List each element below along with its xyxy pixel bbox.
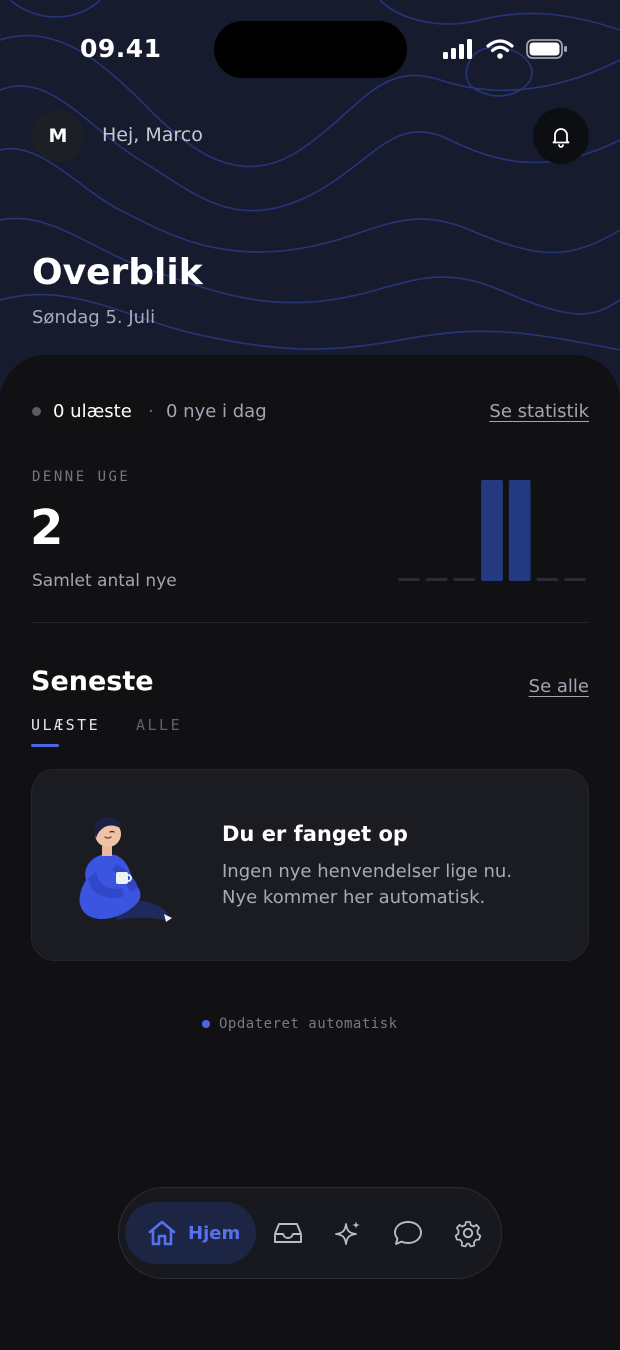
greeting: Hej, Marco <box>102 124 203 146</box>
chart-bar-3 <box>453 578 476 581</box>
inbox-icon <box>274 1223 302 1243</box>
see-all-link[interactable]: Se alle <box>529 676 589 697</box>
separator: · <box>148 401 154 422</box>
header: M Hej, Marco <box>32 108 589 164</box>
status-bar: 09.41 <box>0 0 620 100</box>
active-tab-indicator <box>31 744 59 747</box>
gear-icon <box>454 1221 482 1248</box>
bottom-tab-bar: Hjem <box>118 1187 502 1279</box>
week-label: DENNE UGE <box>32 469 131 485</box>
chat-icon <box>394 1221 422 1245</box>
auto-update-text: Opdateret automatisk <box>219 1016 398 1032</box>
auto-update-note: Opdateret automatisk <box>202 1014 398 1034</box>
tab-settings[interactable] <box>445 1210 491 1256</box>
page-date: Søndag 5. Juli <box>32 307 156 328</box>
battery-icon <box>526 39 567 59</box>
avatar[interactable]: M <box>32 110 84 162</box>
summary-row: 0 ulæste · 0 nye i dag Se statistik <box>32 398 589 426</box>
page-title: Overblik <box>32 252 203 293</box>
chart-bar-7 <box>564 578 586 581</box>
empty-state-line-2: Nye kommer her automatisk. <box>222 887 486 908</box>
week-bar-chart <box>398 480 586 581</box>
wifi-icon <box>486 39 514 59</box>
empty-state-title: Du er fanget op <box>222 822 408 846</box>
chart-bar-4 <box>481 480 503 581</box>
empty-state-card: Du er fanget op Ingen nye henvendelser l… <box>31 769 589 961</box>
tab-home[interactable]: Hjem <box>125 1202 256 1264</box>
signal-icon <box>443 39 472 59</box>
status-time: 09.41 <box>80 34 162 63</box>
tab-home-label: Hjem <box>188 1222 241 1244</box>
dynamic-island <box>214 21 407 78</box>
empty-state-line-1: Ingen nye henvendelser lige nu. <box>222 861 513 882</box>
relaxing-person-illustration <box>79 816 172 922</box>
notifications-button[interactable] <box>533 108 589 164</box>
divider <box>32 622 589 623</box>
see-statistics-link[interactable]: Se statistik <box>489 401 589 422</box>
recent-title: Seneste <box>31 666 154 697</box>
empty-state-description: Ingen nye henvendelser lige nu. Nye komm… <box>222 859 512 911</box>
bell-icon <box>552 128 570 148</box>
chart-bar-5 <box>508 480 531 581</box>
chart-bar-2 <box>425 578 448 581</box>
tab-all[interactable]: ALLE <box>136 716 182 734</box>
status-icons <box>442 38 568 60</box>
tab-inbox[interactable] <box>265 1210 311 1256</box>
chart-bar-1 <box>398 578 420 581</box>
week-total: 2 <box>30 500 64 556</box>
tab-unread[interactable]: ULÆSTE <box>31 716 100 734</box>
new-today-count: 0 nye i dag <box>166 401 267 422</box>
tab-chat[interactable] <box>385 1210 431 1256</box>
week-caption: Samlet antal nye <box>32 571 177 591</box>
chart-bar-6 <box>536 578 559 581</box>
tab-ai[interactable] <box>325 1210 371 1256</box>
home-icon <box>148 1220 176 1246</box>
live-dot <box>202 1020 210 1028</box>
sparkle-icon <box>335 1221 360 1245</box>
status-dot <box>32 407 41 416</box>
unread-count: 0 ulæste <box>53 401 132 422</box>
